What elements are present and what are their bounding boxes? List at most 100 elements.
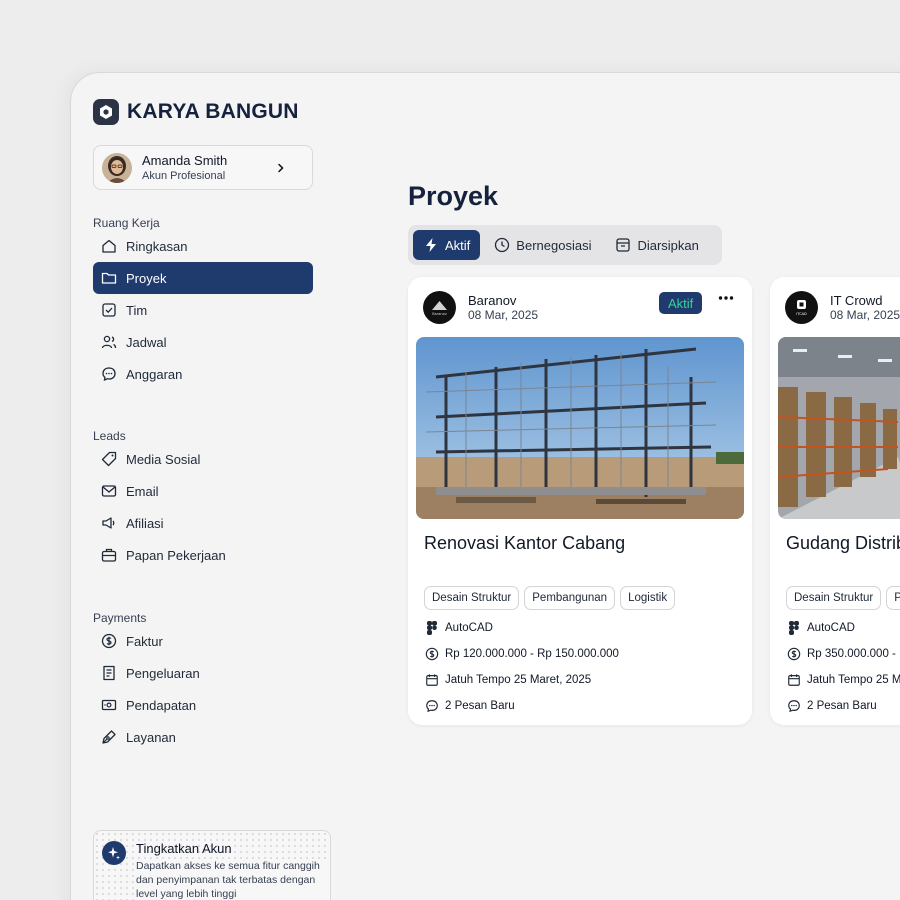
- calendar-icon: [787, 673, 801, 687]
- upgrade-description: Dapatkan akses ke semua fitur canggih da…: [136, 859, 328, 900]
- briefcase-icon: [101, 547, 117, 563]
- sidebar-item-media-sosial[interactable]: Media Sosial: [93, 443, 313, 475]
- tab-label: Aktif: [445, 237, 471, 253]
- project-image: [416, 337, 744, 519]
- brand: KARYA BANGUN: [93, 99, 299, 125]
- chat-icon: [787, 699, 801, 713]
- sidebar-item-proyek[interactable]: Proyek: [93, 262, 313, 294]
- profile-switcher[interactable]: Amanda Smith Akun Profesional: [93, 145, 313, 190]
- chat-icon: [101, 366, 117, 382]
- tab-diarsipkan[interactable]: Diarsipkan: [605, 230, 708, 260]
- sidebar-item-label: Layanan: [126, 729, 176, 745]
- chevron-right-icon: [276, 163, 286, 173]
- messages-label: 2 Pesan Baru: [807, 700, 877, 712]
- figma-icon: [787, 621, 801, 635]
- banknote-icon: [101, 697, 117, 713]
- bolt-icon: [423, 237, 439, 253]
- due-date-row: Jatuh Tempo 25 Maret, 2025: [787, 673, 900, 687]
- sidebar-item-label: Anggaran: [126, 366, 183, 382]
- project-date: 08 Mar, 2025: [468, 307, 539, 322]
- archive-icon: [615, 237, 631, 253]
- client-name: IT Crowd: [830, 292, 883, 308]
- section-label-ruang-kerja: Ruang Kerja: [93, 216, 160, 230]
- sidebar-item-label: Afiliasi: [126, 515, 164, 531]
- folder-icon: [101, 270, 117, 286]
- sidebar-item-faktur[interactable]: Faktur: [93, 625, 313, 657]
- budget-label: Rp 120.000.000 - Rp 150.000.000: [445, 648, 619, 660]
- mail-icon: [101, 483, 117, 499]
- tag-list: Desain Struktur Pembangunan: [786, 586, 900, 610]
- users-icon: [101, 334, 117, 350]
- sidebar-item-ringkasan[interactable]: Ringkasan: [93, 230, 313, 262]
- client-logo-text: Baranov: [432, 312, 447, 316]
- home-icon: [101, 238, 117, 254]
- project-title: Renovasi Kantor Cabang: [424, 533, 626, 553]
- sidebar-item-label: Proyek: [126, 270, 167, 286]
- client-logo: Baranov: [423, 291, 456, 324]
- sidebar-item-email[interactable]: Email: [93, 475, 313, 507]
- client-name: Baranov: [468, 292, 517, 308]
- figma-icon: [425, 621, 439, 635]
- check-square-icon: [101, 302, 117, 318]
- profile-subtitle: Akun Profesional: [142, 169, 226, 182]
- hexagon-logo-icon: [93, 99, 119, 125]
- sidebar-item-tim[interactable]: Tim: [93, 294, 313, 326]
- section-label-leads: Leads: [93, 429, 126, 443]
- tag[interactable]: Pembangunan: [886, 586, 900, 610]
- status-badge: Aktif: [659, 292, 703, 314]
- more-options-icon[interactable]: [718, 295, 734, 301]
- upgrade-title: Tingkatkan Akun: [136, 841, 232, 856]
- project-card-it-crowd[interactable]: ITCAD IT Crowd 08 Mar, 2025 Gudang Distr…: [770, 277, 900, 725]
- sidebar-item-papan-pekerjaan[interactable]: Papan Pekerjaan: [93, 539, 313, 571]
- software-label: AutoCAD: [445, 622, 493, 634]
- section-label-payments: Payments: [93, 611, 147, 625]
- sidebar-item-label: Tim: [126, 302, 148, 318]
- client-logo-text: ITCAD: [796, 312, 807, 316]
- software-row: AutoCAD: [787, 621, 855, 635]
- sidebar-item-label: Jadwal: [126, 334, 167, 350]
- tab-label: Bernegosiasi: [516, 237, 592, 253]
- megaphone-icon: [101, 515, 117, 531]
- upgrade-card[interactable]: Tingkatkan Akun Dapatkan akses ke semua …: [93, 830, 331, 900]
- sidebar-item-anggaran[interactable]: Anggaran: [93, 358, 313, 390]
- chat-icon: [425, 699, 439, 713]
- dollar-circle-icon: [787, 647, 801, 661]
- page-title: Proyek: [408, 181, 499, 211]
- messages-row[interactable]: 2 Pesan Baru: [425, 699, 515, 713]
- sidebar-item-label: Faktur: [126, 633, 163, 649]
- tag[interactable]: Logistik: [620, 586, 676, 610]
- tab-label: Diarsipkan: [637, 237, 699, 253]
- tag-list: Desain Struktur Pembangunan Logistik: [424, 586, 676, 610]
- pen-icon: [101, 729, 117, 745]
- due-date-label: Jatuh Tempo 25 Maret, 2025: [445, 674, 592, 686]
- sidebar-item-pendapatan[interactable]: Pendapatan: [93, 689, 313, 721]
- project-title: Gudang Distribusi: [786, 533, 900, 553]
- project-card-baranov[interactable]: Baranov Baranov 08 Mar, 2025 Aktif Renov…: [408, 277, 752, 725]
- sidebar-item-label: Pengeluaran: [126, 665, 200, 681]
- tag[interactable]: Desain Struktur: [786, 586, 882, 610]
- dollar-circle-icon: [425, 647, 439, 661]
- sidebar-item-pengeluaran[interactable]: Pengeluaran: [93, 657, 313, 689]
- sidebar-item-afiliasi[interactable]: Afiliasi: [93, 507, 313, 539]
- sidebar-item-layanan[interactable]: Layanan: [93, 721, 313, 753]
- budget-row: Rp 120.000.000 - Rp 150.000.000: [425, 647, 619, 661]
- calendar-icon: [425, 673, 439, 687]
- budget-label: Rp 350.000.000 - Rp 400.000.000: [807, 648, 900, 660]
- avatar: [102, 152, 132, 183]
- dollar-circle-icon: [101, 633, 117, 649]
- client-logo: ITCAD: [785, 291, 818, 324]
- sidebar-item-jadwal[interactable]: Jadwal: [93, 326, 313, 358]
- project-date: 08 Mar, 2025: [830, 307, 900, 322]
- tab-aktif[interactable]: Aktif: [413, 230, 481, 260]
- clock-icon: [494, 237, 510, 253]
- app-window: KARYA BANGUN Amanda Smith Akun Profesion…: [70, 72, 900, 900]
- profile-name: Amanda Smith: [142, 152, 228, 168]
- software-label: AutoCAD: [807, 622, 855, 634]
- receipt-icon: [101, 665, 117, 681]
- messages-row[interactable]: 2 Pesan Baru: [787, 699, 877, 713]
- tag[interactable]: Pembangunan: [524, 586, 616, 610]
- project-tabs: Aktif Bernegosiasi Diarsipkan: [408, 225, 722, 265]
- tag[interactable]: Desain Struktur: [424, 586, 520, 610]
- tab-bernegosiasi[interactable]: Bernegosiasi: [484, 230, 601, 260]
- tag-icon: [101, 451, 117, 467]
